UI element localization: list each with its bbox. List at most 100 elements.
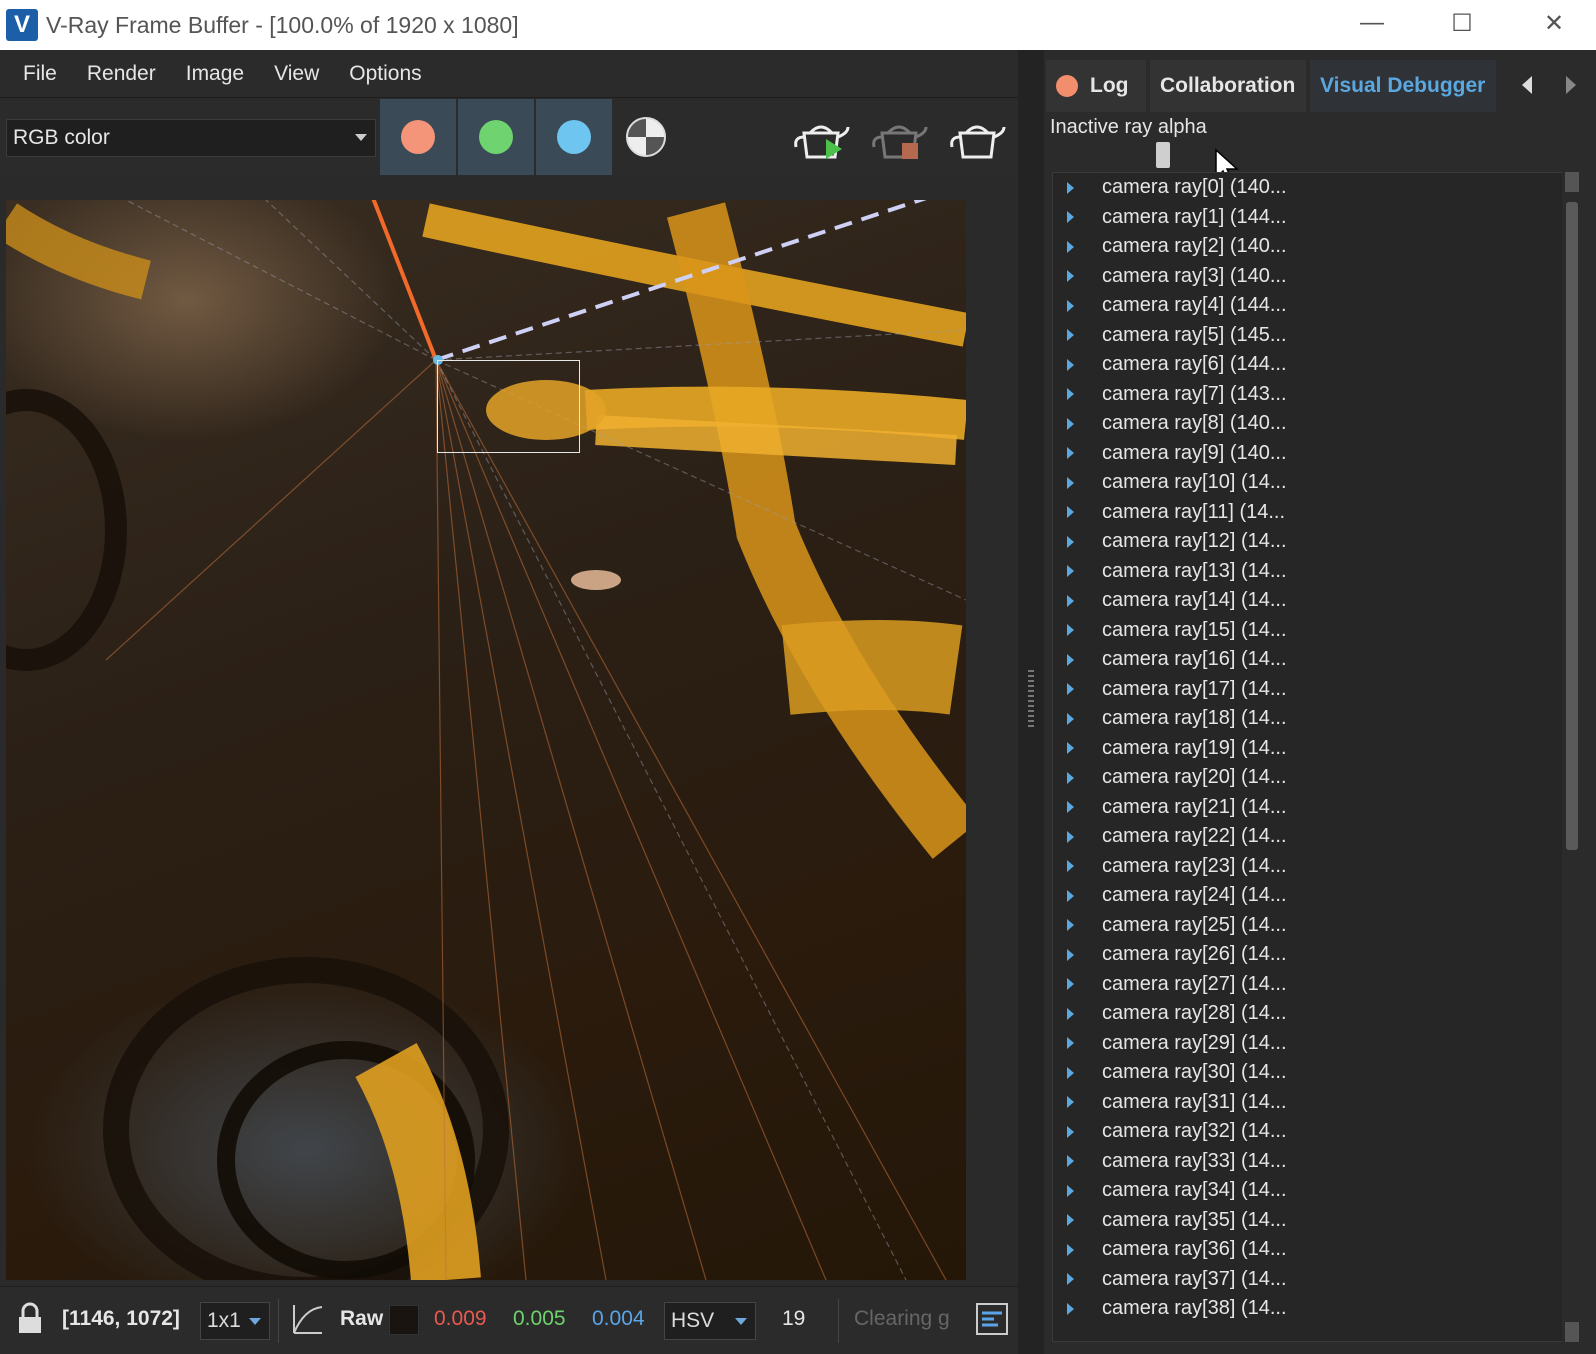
expand-arrow-icon[interactable] [1067,889,1074,902]
expand-arrow-icon[interactable] [1067,860,1074,873]
expand-arrow-icon[interactable] [1067,919,1074,932]
menu-render[interactable]: Render [72,62,171,86]
ray-tree-item[interactable]: camera ray[7] (143... [1053,380,1565,410]
ray-tree-item[interactable]: camera ray[37] (14... [1053,1265,1565,1295]
expand-arrow-icon[interactable] [1067,447,1074,460]
render-region-box[interactable] [437,360,580,453]
ray-tree-item[interactable]: camera ray[12] (14... [1053,527,1565,557]
expand-arrow-icon[interactable] [1067,771,1074,784]
ray-tree-item[interactable]: camera ray[31] (14... [1053,1088,1565,1118]
expand-arrow-icon[interactable] [1067,712,1074,725]
expand-arrow-icon[interactable] [1067,1066,1074,1079]
ray-tree-item[interactable]: camera ray[16] (14... [1053,645,1565,675]
expand-arrow-icon[interactable] [1067,417,1074,430]
ray-tree-item[interactable]: camera ray[36] (14... [1053,1235,1565,1265]
ray-tree-item[interactable]: camera ray[28] (14... [1053,999,1565,1029]
ray-tree-item[interactable]: camera ray[30] (14... [1053,1058,1565,1088]
close-button[interactable]: ✕ [1524,0,1584,46]
expand-arrow-icon[interactable] [1067,240,1074,253]
ray-tree-item[interactable]: camera ray[1] (144... [1053,203,1565,233]
curve-icon[interactable] [290,1301,324,1337]
panel-splitter[interactable] [1018,50,1044,1354]
expand-arrow-icon[interactable] [1067,1096,1074,1109]
menu-view[interactable]: View [259,62,334,86]
expand-arrow-icon[interactable] [1067,329,1074,342]
ray-tree-item[interactable]: camera ray[26] (14... [1053,940,1565,970]
expand-arrow-icon[interactable] [1067,801,1074,814]
green-channel-button[interactable] [458,99,534,175]
maximize-button[interactable]: ☐ [1432,0,1492,46]
sample-size-select[interactable]: 1x1 [200,1302,270,1340]
menu-options[interactable]: Options [334,62,436,86]
expand-arrow-icon[interactable] [1067,181,1074,194]
tab-scroll-left-icon[interactable] [1522,76,1532,94]
ray-tree-item[interactable]: camera ray[5] (145... [1053,321,1565,351]
expand-arrow-icon[interactable] [1067,1302,1074,1315]
menu-file[interactable]: File [8,62,72,86]
ray-tree-item[interactable]: camera ray[3] (140... [1053,262,1565,292]
expand-arrow-icon[interactable] [1067,948,1074,961]
expand-arrow-icon[interactable] [1067,1273,1074,1286]
scroll-down-icon[interactable] [1565,1322,1579,1342]
ray-tree-item[interactable]: camera ray[27] (14... [1053,970,1565,1000]
menu-image[interactable]: Image [171,62,259,86]
ray-tree-item[interactable]: camera ray[19] (14... [1053,734,1565,764]
expand-arrow-icon[interactable] [1067,211,1074,224]
expand-arrow-icon[interactable] [1067,535,1074,548]
expand-arrow-icon[interactable] [1067,1243,1074,1256]
ray-tree-item[interactable]: camera ray[33] (14... [1053,1147,1565,1177]
expand-arrow-icon[interactable] [1067,565,1074,578]
ray-tree-item[interactable]: camera ray[38] (14... [1053,1294,1565,1324]
ray-tree-item[interactable]: camera ray[14] (14... [1053,586,1565,616]
inactive-ray-alpha-slider[interactable] [1156,142,1170,168]
color-mode-select[interactable]: HSV [664,1302,756,1340]
ray-tree-item[interactable]: camera ray[6] (144... [1053,350,1565,380]
ray-tree-item[interactable]: camera ray[20] (14... [1053,763,1565,793]
scroll-up-icon[interactable] [1565,172,1579,192]
expand-arrow-icon[interactable] [1067,830,1074,843]
expand-arrow-icon[interactable] [1067,270,1074,283]
ray-tree-item[interactable]: camera ray[21] (14... [1053,793,1565,823]
blue-channel-button[interactable] [536,99,612,175]
ray-tree-item[interactable]: camera ray[35] (14... [1053,1206,1565,1236]
red-channel-button[interactable] [380,99,456,175]
expand-arrow-icon[interactable] [1067,1214,1074,1227]
lock-icon[interactable] [14,1301,46,1337]
ray-tree-item[interactable]: camera ray[32] (14... [1053,1117,1565,1147]
tab-log[interactable]: Log [1046,60,1146,112]
expand-arrow-icon[interactable] [1067,388,1074,401]
channel-select[interactable]: RGB color [6,119,376,157]
ray-tree-item[interactable]: camera ray[22] (14... [1053,822,1565,852]
minimize-button[interactable]: — [1342,0,1402,46]
tab-visual-debugger[interactable]: Visual Debugger [1310,60,1496,112]
expand-arrow-icon[interactable] [1067,1125,1074,1138]
ray-tree-item[interactable]: camera ray[25] (14... [1053,911,1565,941]
expand-arrow-icon[interactable] [1067,1037,1074,1050]
expand-arrow-icon[interactable] [1067,653,1074,666]
ray-tree-item[interactable]: camera ray[9] (140... [1053,439,1565,469]
ray-tree-item[interactable]: camera ray[13] (14... [1053,557,1565,587]
ray-tree-item[interactable]: camera ray[8] (140... [1053,409,1565,439]
ray-tree-scrollbar[interactable] [1562,172,1582,1342]
render-viewport[interactable] [0,177,1018,1286]
ray-tree-item[interactable]: camera ray[24] (14... [1053,881,1565,911]
ray-tree-item[interactable]: camera ray[23] (14... [1053,852,1565,882]
monochrome-icon[interactable] [626,117,666,157]
expand-arrow-icon[interactable] [1067,742,1074,755]
tab-scroll-right-icon[interactable] [1566,76,1576,94]
ray-tree-item[interactable]: camera ray[10] (14... [1053,468,1565,498]
ray-tree-item[interactable]: camera ray[2] (140... [1053,232,1565,262]
scroll-thumb[interactable] [1566,202,1578,850]
expand-arrow-icon[interactable] [1067,299,1074,312]
ray-tree-item[interactable]: camera ray[29] (14... [1053,1029,1565,1059]
expand-arrow-icon[interactable] [1067,358,1074,371]
expand-arrow-icon[interactable] [1067,978,1074,991]
ray-tree-item[interactable]: camera ray[18] (14... [1053,704,1565,734]
expand-arrow-icon[interactable] [1067,476,1074,489]
expand-arrow-icon[interactable] [1067,683,1074,696]
expand-arrow-icon[interactable] [1067,624,1074,637]
expand-arrow-icon[interactable] [1067,1184,1074,1197]
ray-tree-item[interactable]: camera ray[17] (14... [1053,675,1565,705]
ray-tree-item[interactable]: camera ray[0] (140... [1053,173,1565,203]
expand-arrow-icon[interactable] [1067,594,1074,607]
